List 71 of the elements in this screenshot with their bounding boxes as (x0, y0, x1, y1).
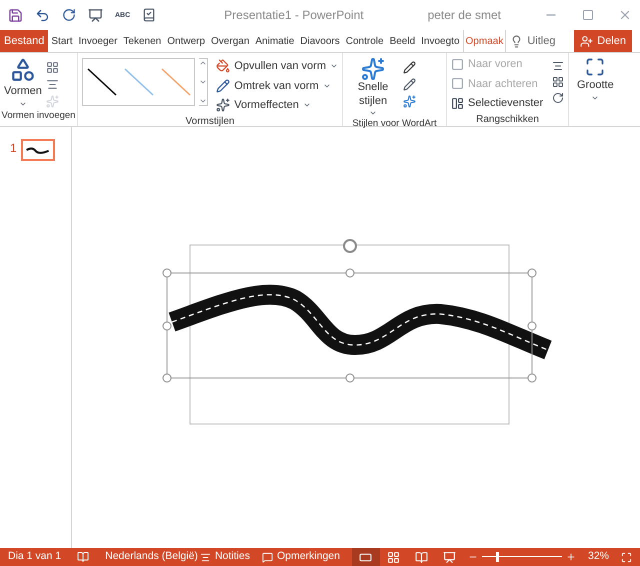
zoom-level[interactable]: 32% (588, 549, 609, 565)
ribbon-tab[interactable]: Diavoors (297, 30, 343, 52)
ribbon-tab[interactable]: Invoegto (418, 30, 463, 52)
share-button[interactable]: Delen (574, 30, 632, 52)
line-style-icon[interactable] (86, 67, 118, 97)
close-icon[interactable] (618, 8, 632, 22)
file-tab[interactable]: Bestand (0, 30, 48, 52)
group-label: Vormstijlen (184, 114, 236, 128)
shapes-icon (10, 57, 36, 83)
comment-icon (262, 552, 273, 562)
person-plus-icon (580, 34, 594, 48)
ribbon-tab[interactable]: Controle (342, 30, 387, 52)
view-icon (387, 550, 400, 564)
slideshow-icon[interactable] (88, 8, 103, 22)
scroll-down-icon[interactable] (199, 78, 208, 86)
paint-bucket-icon (216, 59, 230, 74)
undo-icon[interactable] (35, 8, 50, 22)
save-icon[interactable] (8, 8, 23, 22)
fit-to-window-icon[interactable] (621, 552, 632, 562)
group-label: Rangschikken (475, 112, 540, 126)
zoom-slider[interactable] (482, 552, 562, 562)
selection-handles[interactable] (162, 268, 536, 382)
shapes-button[interactable]: Vormen (4, 57, 42, 109)
user-name: peter de smet (428, 7, 501, 24)
notes-button[interactable]: Notities (200, 549, 250, 565)
quick-styles-button[interactable]: Snelle stijlen (351, 57, 395, 116)
maximize-icon[interactable] (582, 9, 594, 21)
lightbulb-icon (510, 34, 524, 48)
layer-icon (451, 77, 464, 90)
zoom-in-icon[interactable] (566, 552, 576, 562)
zoom-thumb[interactable] (496, 552, 499, 562)
view-button[interactable] (352, 548, 380, 566)
comments-button[interactable]: Opmerkingen (262, 549, 340, 565)
ribbon-tab[interactable]: Invoeger (76, 30, 120, 52)
view-icon (415, 550, 428, 564)
format-command[interactable]: Opvullen van vorm (216, 58, 338, 74)
sparkle-icon (216, 98, 230, 112)
size-button[interactable]: Grootte (577, 57, 614, 102)
view-icon (443, 550, 456, 564)
more-icon[interactable] (199, 97, 208, 105)
redo-icon[interactable] (62, 8, 76, 22)
group-icon[interactable] (552, 76, 564, 88)
ribbon-tab[interactable]: Opmaak (462, 30, 506, 52)
format-command[interactable]: Omtrek van vorm (216, 78, 338, 94)
ribbon-tab[interactable]: Tekenen (120, 30, 164, 52)
ribbon-tab[interactable]: Animatie (252, 30, 298, 52)
align-icon[interactable] (552, 60, 564, 72)
size-icon (585, 57, 606, 77)
slide-counter: Dia 1 van 1 (8, 549, 62, 564)
ribbon-tab[interactable]: Beeld (386, 30, 418, 52)
road-shape[interactable] (168, 284, 552, 360)
view-icon (359, 550, 372, 564)
scroll-up-icon[interactable] (199, 59, 208, 67)
rotate-icon[interactable] (552, 92, 564, 104)
window-title: Presentatie1 - PowerPoint (224, 7, 364, 24)
group-label: Vormen invoegen (0, 108, 76, 123)
slide-thumbnail[interactable] (20, 139, 55, 161)
panel-icon (451, 96, 464, 110)
ribbon-tab[interactable]: Ontwerp (164, 30, 208, 52)
pencil-icon (216, 78, 230, 93)
group-label: Stijlen voor WordArt (351, 116, 438, 130)
arrange-command[interactable]: Selectievenster (451, 95, 544, 112)
rotate-handle-icon[interactable] (343, 239, 357, 253)
slide-number: 1 (10, 140, 17, 157)
notes-icon (200, 552, 211, 562)
tell-me-button[interactable]: Uitleg (506, 30, 560, 52)
ribbon-tab[interactable]: Overgan (208, 30, 252, 52)
language-label[interactable]: Nederlands (België) (105, 549, 198, 565)
format-command[interactable]: Vormeffecten (216, 97, 338, 114)
layer-icon (451, 58, 464, 71)
ribbon-tab[interactable]: Start (48, 30, 76, 52)
